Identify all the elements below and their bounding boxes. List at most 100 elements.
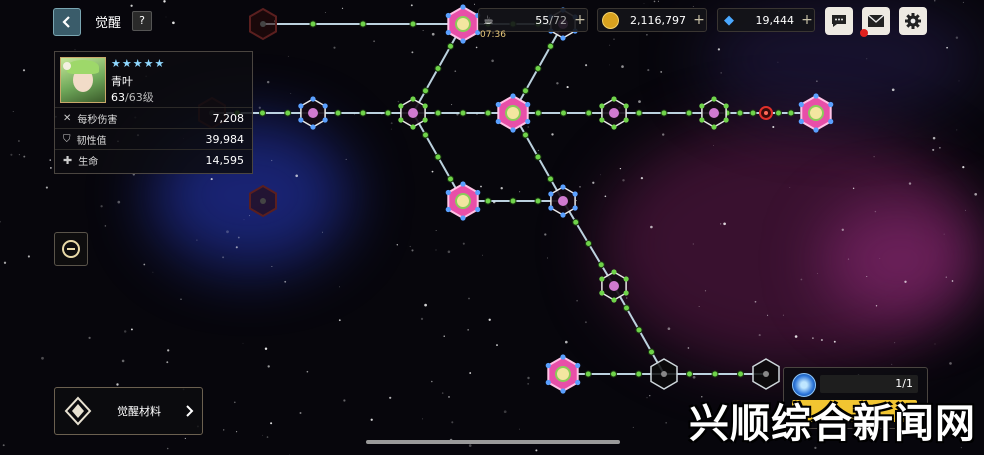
star bbox=[874, 210, 877, 213]
add-gold-button[interactable]: + bbox=[692, 12, 706, 28]
node-socket bbox=[575, 362, 581, 369]
minor-node-gem bbox=[308, 108, 318, 118]
star bbox=[965, 209, 966, 211]
skill-node bbox=[548, 184, 578, 218]
node-socket bbox=[828, 118, 834, 125]
zoom-out-button[interactable] bbox=[54, 232, 88, 266]
skill-node bbox=[398, 96, 428, 130]
node-center bbox=[764, 111, 768, 115]
node-socket bbox=[611, 124, 617, 130]
add-stamina-button[interactable]: + bbox=[573, 12, 587, 28]
level-unit: 级 bbox=[142, 91, 154, 104]
star bbox=[88, 336, 91, 340]
mail-button[interactable] bbox=[860, 7, 890, 37]
star bbox=[2, 444, 5, 447]
star bbox=[500, 187, 503, 190]
connection-dot bbox=[459, 109, 467, 117]
back-button[interactable] bbox=[53, 8, 81, 36]
major-node-emblem bbox=[808, 105, 824, 121]
stat-row-health: ✚ 生命 14,595 bbox=[55, 149, 252, 170]
star bbox=[794, 335, 798, 338]
star bbox=[370, 418, 373, 421]
star bbox=[962, 166, 965, 169]
stamina-value: 55 bbox=[535, 13, 550, 27]
node-socket bbox=[723, 117, 729, 123]
connection-dot bbox=[597, 261, 605, 269]
star bbox=[45, 186, 48, 189]
hero-name: 青叶 bbox=[111, 75, 133, 88]
connection-dot bbox=[409, 20, 417, 28]
star bbox=[10, 153, 13, 156]
crossed-swords-icon: ✕ bbox=[63, 112, 72, 124]
node-socket bbox=[572, 205, 578, 211]
connection-dot bbox=[384, 109, 392, 117]
skill-node bbox=[759, 106, 773, 120]
star bbox=[962, 1, 964, 3]
star bbox=[233, 401, 236, 404]
star bbox=[932, 136, 936, 140]
star bbox=[640, 176, 644, 180]
star bbox=[503, 410, 507, 414]
star bbox=[866, 58, 868, 60]
star bbox=[660, 70, 663, 73]
star bbox=[613, 38, 615, 41]
node-socket bbox=[623, 103, 629, 109]
awakening-materials-button[interactable]: 觉醒材料 bbox=[54, 387, 203, 435]
star bbox=[600, 174, 601, 176]
star bbox=[934, 0, 936, 2]
add-gems-button[interactable]: + bbox=[800, 12, 814, 28]
node-socket bbox=[611, 269, 617, 275]
star bbox=[469, 372, 472, 374]
skill-node bbox=[752, 358, 780, 390]
star bbox=[100, 205, 103, 208]
settings-button[interactable] bbox=[899, 7, 927, 35]
star bbox=[946, 46, 948, 49]
node-socket bbox=[445, 29, 451, 36]
star bbox=[955, 36, 959, 39]
page-title: 觉醒 bbox=[95, 16, 122, 31]
star bbox=[852, 187, 855, 190]
star bbox=[341, 7, 344, 9]
help-button[interactable]: ? bbox=[132, 11, 152, 31]
hero-stars: ★★★★★ bbox=[111, 57, 166, 70]
star bbox=[622, 179, 625, 182]
star bbox=[841, 228, 844, 231]
star bbox=[934, 343, 936, 345]
star bbox=[165, 16, 167, 18]
connection-dot bbox=[610, 370, 617, 378]
star bbox=[566, 86, 569, 89]
star bbox=[932, 148, 935, 151]
star bbox=[956, 129, 958, 131]
major-node-emblem bbox=[505, 105, 521, 121]
node-socket bbox=[495, 101, 501, 108]
star bbox=[49, 159, 51, 161]
star bbox=[847, 258, 850, 260]
star bbox=[820, 338, 823, 342]
node-socket bbox=[460, 38, 466, 44]
star bbox=[130, 4, 133, 7]
star bbox=[396, 244, 398, 246]
connection-dot bbox=[736, 109, 744, 117]
star bbox=[767, 314, 769, 316]
star bbox=[891, 88, 895, 92]
star bbox=[754, 300, 757, 303]
node-socket bbox=[445, 12, 451, 19]
node-socket bbox=[410, 124, 416, 130]
star bbox=[390, 122, 393, 125]
star bbox=[0, 220, 1, 223]
star bbox=[287, 55, 289, 57]
node-socket bbox=[560, 35, 566, 41]
star bbox=[223, 429, 225, 431]
node-socket bbox=[525, 118, 531, 125]
chevron-right-icon bbox=[186, 405, 194, 417]
star bbox=[271, 159, 273, 162]
chat-button[interactable] bbox=[825, 7, 853, 35]
connection-dot bbox=[660, 109, 668, 117]
star bbox=[322, 231, 323, 233]
star bbox=[650, 225, 653, 229]
star bbox=[22, 69, 26, 72]
star bbox=[576, 200, 577, 202]
blue-diamond-icon: ◆ bbox=[724, 12, 734, 28]
connection-dot bbox=[522, 131, 529, 139]
star bbox=[875, 305, 878, 307]
